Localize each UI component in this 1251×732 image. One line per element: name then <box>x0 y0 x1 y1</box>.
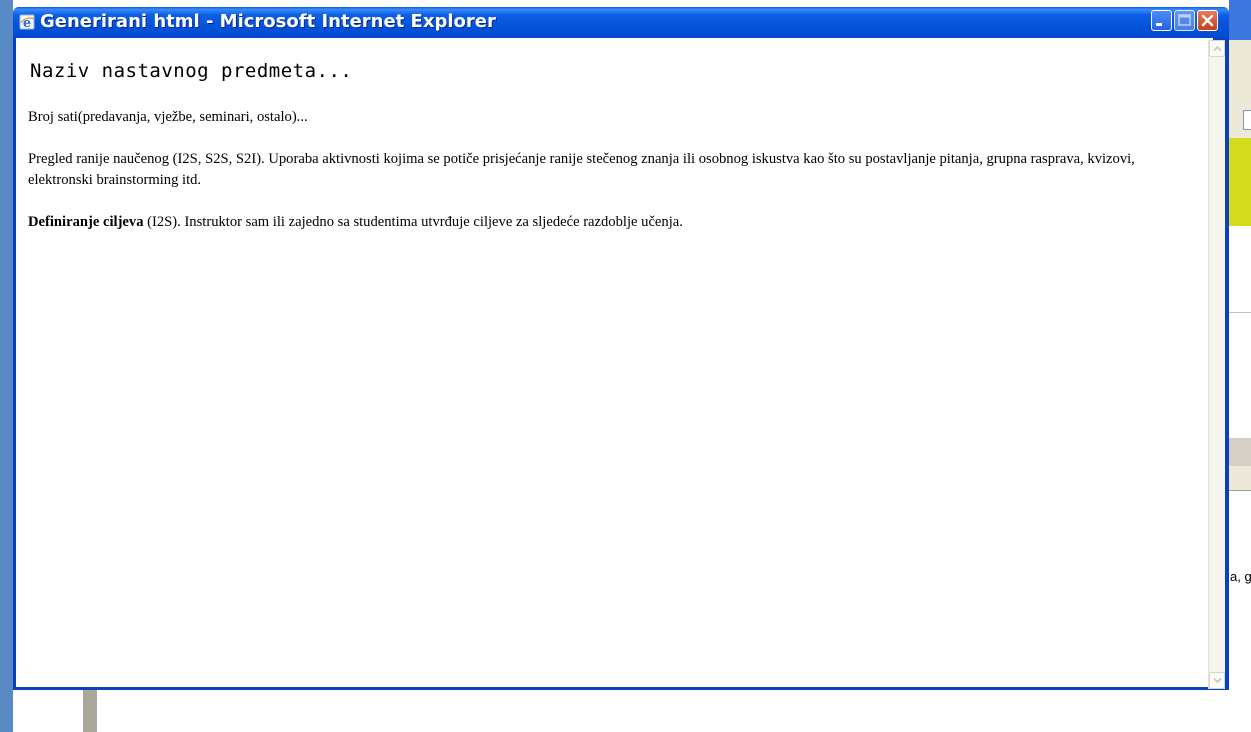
maximize-button[interactable] <box>1174 10 1195 31</box>
background-window-text: a, g <box>1230 569 1251 584</box>
background-window[interactable]: a, g <box>1229 0 1251 690</box>
hours-paragraph: Broj sati(predavanja, vježbe, seminari, … <box>28 109 308 125</box>
background-window-title-bar <box>1229 0 1251 40</box>
window-title: Generirani html - Microsoft Internet Exp… <box>40 11 496 32</box>
background-window-address-field[interactable] <box>1243 110 1251 130</box>
close-icon <box>1201 14 1214 27</box>
scroll-up-button[interactable] <box>1209 40 1225 57</box>
background-window-banner <box>1229 138 1251 226</box>
review-paragraph: Pregled ranije naučenog (I2S, S2S, S2I).… <box>28 151 1135 188</box>
document-content: Naziv nastavnog predmeta... Broj sati(pr… <box>16 38 1213 687</box>
goals-text: (I2S). Instruktor sam ili zajedno sa stu… <box>143 214 683 230</box>
close-button[interactable] <box>1197 10 1218 31</box>
scroll-down-button[interactable] <box>1209 672 1225 689</box>
minimize-button[interactable] <box>1151 10 1172 31</box>
goals-heading: Definiranje ciljeva <box>28 214 144 230</box>
vertical-scrollbar[interactable] <box>1208 40 1225 689</box>
ie-popup-window: e Generirani html - Microsoft Internet E… <box>13 7 1229 690</box>
background-window-section-bar <box>1229 466 1251 491</box>
page-title: Naziv nastavnog predmeta... <box>30 60 353 82</box>
background-window-bottom-area <box>13 690 1251 732</box>
maximize-icon <box>1178 14 1191 26</box>
title-bar[interactable]: e Generirani html - Microsoft Internet E… <box>13 7 1229 38</box>
divider <box>1229 312 1251 313</box>
internet-explorer-icon[interactable]: e <box>19 14 35 31</box>
minimize-icon <box>1156 23 1162 26</box>
goals-paragraph: Definiranje ciljeva (I2S). Instruktor sa… <box>28 212 683 233</box>
background-window-section-header <box>1229 438 1251 466</box>
chevron-up-icon <box>1213 45 1222 52</box>
chevron-down-icon <box>1213 677 1222 684</box>
background-window-splitter[interactable] <box>83 690 97 732</box>
desktop-background <box>0 0 13 732</box>
